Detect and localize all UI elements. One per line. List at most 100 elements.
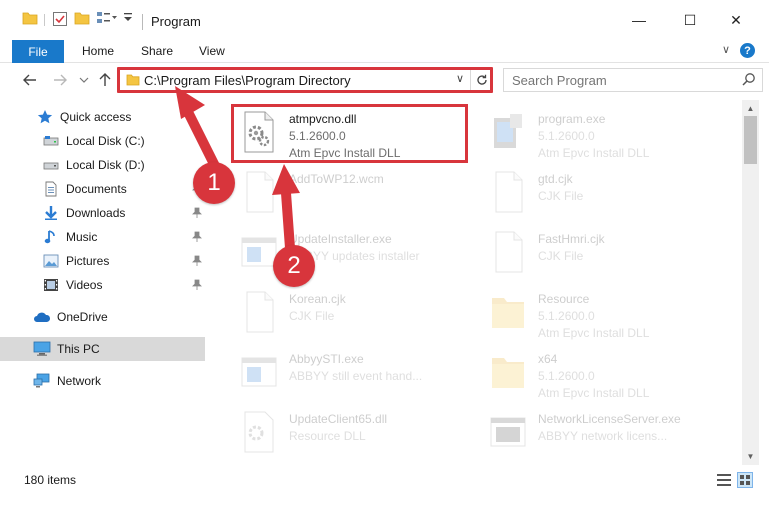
file-description: Atm Epvc Install DLL xyxy=(538,146,650,160)
search-icon[interactable] xyxy=(742,72,756,89)
file-item-gtd-cjk[interactable]: gtd.cjk CJK File xyxy=(480,164,720,222)
nav-label: Downloads xyxy=(66,206,126,220)
status-bar: 180 items xyxy=(0,470,769,490)
nav-label: OneDrive xyxy=(57,310,108,324)
file-name: AddToWP12.wcm xyxy=(289,172,384,186)
pin-icon[interactable] xyxy=(192,231,202,246)
search-input[interactable] xyxy=(512,70,732,90)
nav-label: Documents xyxy=(66,182,127,196)
close-button[interactable]: ✕ xyxy=(713,0,759,40)
forward-arrow-icon[interactable] xyxy=(50,70,70,90)
new-folder-icon[interactable] xyxy=(74,11,90,25)
nav-quick-access[interactable]: Quick access xyxy=(0,105,205,129)
refresh-button[interactable] xyxy=(470,69,492,91)
nav-videos[interactable]: Videos xyxy=(0,273,205,297)
nav-music[interactable]: Music xyxy=(0,225,205,249)
tab-home[interactable]: Home xyxy=(82,44,114,58)
file-description: Atm Epvc Install DLL xyxy=(538,386,650,400)
nav-downloads[interactable]: Downloads xyxy=(0,201,205,225)
tiles-view-icon[interactable] xyxy=(737,472,753,488)
file-type: CJK File xyxy=(538,249,584,263)
folder-item-x64[interactable]: x64 5.1.2600.0 Atm Epvc Install DLL xyxy=(480,344,720,402)
folder-item-resource[interactable]: Resource 5.1.2600.0 Atm Epvc Install DLL xyxy=(480,284,720,342)
file-item-updateclient65-dll[interactable]: UpdateClient65.dll Resource DLL xyxy=(231,404,471,462)
folder-icon xyxy=(488,350,528,394)
generic-file-icon xyxy=(239,290,279,334)
file-description: ABBYY still event hand... xyxy=(289,369,423,383)
file-item-addtowp12-wcm[interactable]: AddToWP12.wcm xyxy=(231,164,471,222)
file-item-abbyysti-exe[interactable]: AbbyySTI.exe ABBYY still event hand... xyxy=(231,344,471,402)
scroll-down-icon[interactable]: ▼ xyxy=(742,448,759,465)
file-name: Resource xyxy=(538,292,590,306)
nav-pictures[interactable]: Pictures xyxy=(0,249,205,273)
file-version: 5.1.2600.0 xyxy=(538,309,595,323)
documents-icon xyxy=(42,180,60,198)
file-item-program-exe[interactable]: program.exe 5.1.2600.0 Atm Epvc Install … xyxy=(480,104,720,162)
back-arrow-icon[interactable] xyxy=(20,70,40,90)
address-dropdown-icon[interactable]: ∨ xyxy=(456,72,464,85)
step-2-badge: 2 xyxy=(273,245,315,287)
file-name: atmpvcno.dll xyxy=(289,112,357,126)
nav-onedrive[interactable]: OneDrive xyxy=(0,305,205,329)
file-version: 5.1.2600.0 xyxy=(538,369,595,383)
network-icon xyxy=(33,372,51,390)
exe-file-icon xyxy=(239,350,279,394)
qa-divider xyxy=(44,14,46,26)
address-bar[interactable]: C:\Program Files\Program Directory ∨ xyxy=(117,68,493,92)
nav-label: Videos xyxy=(66,278,103,292)
download-icon xyxy=(42,204,60,222)
nav-documents[interactable]: Documents xyxy=(0,177,205,201)
nav-label: This PC xyxy=(57,342,100,356)
file-item-fasthmri-cjk[interactable]: FastHmri.cjk CJK File xyxy=(480,224,720,282)
view-options-icon[interactable] xyxy=(96,11,118,25)
tab-file[interactable]: File xyxy=(12,40,64,63)
help-icon[interactable]: ? xyxy=(740,43,755,58)
file-item-updateinstaller-exe[interactable]: UpdateInstaller.exe ABBYY updates instal… xyxy=(231,224,471,282)
nav-local-disk-d[interactable]: Local Disk (D:) xyxy=(0,153,205,177)
nav-label: Local Disk (C:) xyxy=(66,134,145,148)
customize-toolbar-icon[interactable] xyxy=(122,11,134,23)
nav-network[interactable]: Network xyxy=(0,369,205,393)
nav-this-pc[interactable]: This PC xyxy=(0,337,205,361)
pin-icon[interactable] xyxy=(192,279,202,294)
properties-icon[interactable] xyxy=(52,11,68,27)
pin-icon[interactable] xyxy=(192,207,202,222)
nav-local-disk-c[interactable]: Local Disk (C:) xyxy=(0,129,205,153)
file-description: Atm Epvc Install DLL xyxy=(538,326,650,340)
tab-share[interactable]: Share xyxy=(141,44,173,58)
maximize-button[interactable]: ☐ xyxy=(667,0,713,40)
nav-label: Quick access xyxy=(60,110,132,124)
file-item-networklicenseserver-exe[interactable]: NetworkLicenseServer.exe ABBYY network l… xyxy=(480,404,720,462)
tab-view[interactable]: View xyxy=(199,44,225,58)
item-count: 180 items xyxy=(24,473,77,487)
ribbon-tabs: File Home Share View ∨ ? xyxy=(0,40,769,63)
nav-label: Local Disk (D:) xyxy=(66,158,145,172)
dll-file-icon xyxy=(239,110,279,154)
step-1-badge: 1 xyxy=(193,162,235,204)
details-view-icon[interactable] xyxy=(716,472,732,488)
address-path[interactable]: C:\Program Files\Program Directory xyxy=(144,73,351,88)
file-name: UpdateInstaller.exe xyxy=(289,232,392,246)
pin-icon[interactable] xyxy=(192,255,202,270)
computer-icon xyxy=(33,340,51,358)
music-icon xyxy=(42,228,60,246)
up-arrow-icon[interactable] xyxy=(95,70,115,90)
file-name: x64 xyxy=(538,352,558,366)
search-box[interactable] xyxy=(503,68,763,92)
drive-icon xyxy=(42,156,60,174)
file-type: CJK File xyxy=(538,189,584,203)
scroll-up-icon[interactable]: ▲ xyxy=(742,100,759,117)
minimize-button[interactable]: — xyxy=(616,0,662,40)
exe-file-icon xyxy=(488,110,528,154)
recent-locations-icon[interactable] xyxy=(74,70,94,90)
dll-file-icon xyxy=(239,410,279,454)
file-item-atmpvcno-dll[interactable]: atmpvcno.dll 5.1.2600.0 Atm Epvc Install… xyxy=(231,104,471,162)
file-item-korean-cjk[interactable]: Korean.cjk CJK File xyxy=(231,284,471,342)
folder-icon xyxy=(22,11,38,25)
scroll-thumb[interactable] xyxy=(744,116,757,164)
file-type: CJK File xyxy=(289,309,335,323)
expand-ribbon-icon[interactable]: ∨ xyxy=(722,43,730,56)
vertical-scrollbar[interactable]: ▲ ▼ xyxy=(742,100,759,465)
file-version: 5.1.2600.0 xyxy=(538,129,595,143)
file-name: program.exe xyxy=(538,112,606,126)
